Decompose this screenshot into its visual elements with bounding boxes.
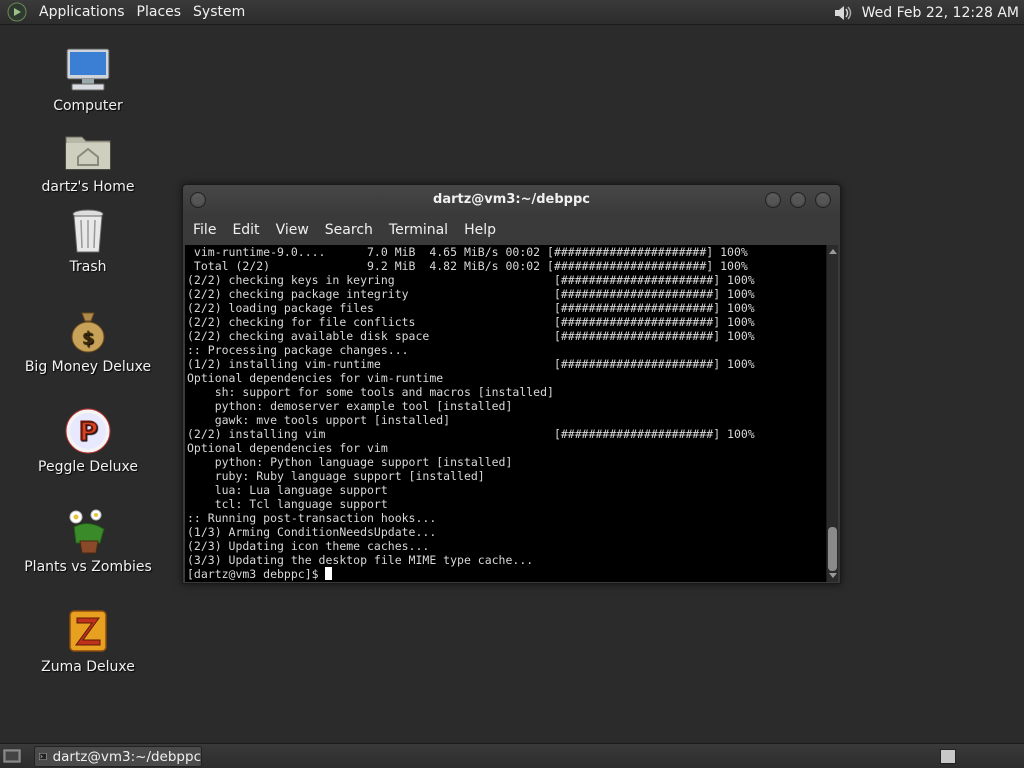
applications-menu[interactable]: Applications <box>33 4 131 20</box>
desktop-icon-label: Computer <box>53 98 123 114</box>
terminal-line: :: Running post-transaction hooks... <box>187 511 437 525</box>
desktop-icon-plants-vs-zombies[interactable]: Plants vs Zombies <box>18 507 158 575</box>
menu-help[interactable]: Help <box>458 222 502 238</box>
show-desktop-icon[interactable] <box>3 748 21 764</box>
minimize-button[interactable] <box>765 192 781 208</box>
home-folder-icon <box>65 136 111 170</box>
terminal-line: (2/2) checking available disk space [###… <box>187 329 755 343</box>
desktop-icon-big-money[interactable]: $ Big Money Deluxe <box>18 307 158 375</box>
text-cursor <box>325 567 333 580</box>
terminal-scrollbar[interactable] <box>826 245 838 582</box>
terminal-line: (1/2) installing vim-runtime [##########… <box>187 357 755 371</box>
window-title: dartz@vm3:~/debppc <box>433 192 590 207</box>
gnome-foot-icon[interactable] <box>7 2 27 22</box>
terminal-icon <box>39 752 47 761</box>
menu-edit[interactable]: Edit <box>226 222 265 238</box>
terminal-line: Total (2/2) 9.2 MiB 4.82 MiB/s 00:02 [##… <box>187 259 748 273</box>
desktop-icon-label: Big Money Deluxe <box>24 359 152 375</box>
terminal-line: (2/2) checking for file conflicts [#####… <box>187 315 755 329</box>
plants-vs-zombies-icon <box>69 509 105 554</box>
svg-text:$: $ <box>82 328 95 349</box>
trash-icon <box>72 209 104 253</box>
menu-file[interactable]: File <box>187 222 222 238</box>
terminal-line: Optional dependencies for vim-runtime <box>187 371 444 385</box>
bottom-panel: dartz@vm3:~/debppc <box>0 743 1024 768</box>
menu-view[interactable]: View <box>270 222 315 238</box>
peggle-icon: P <box>65 408 111 454</box>
close-button[interactable] <box>815 192 831 208</box>
taskbar-button-terminal[interactable]: dartz@vm3:~/debppc <box>34 746 202 767</box>
maximize-button[interactable] <box>790 192 806 208</box>
desktop-icon-home[interactable]: dartz's Home <box>18 127 158 195</box>
terminal-line: sh: support for some tools and macros [i… <box>187 385 554 399</box>
taskbar-button-label: dartz@vm3:~/debppc <box>52 748 201 765</box>
terminal-line: lua: Lua language support <box>187 483 388 497</box>
terminal-prompt: [dartz@vm3 debppc]$ <box>187 567 326 581</box>
terminal-line: tcl: Tcl language support <box>187 497 388 511</box>
desktop-icon-label: dartz's Home <box>41 179 135 195</box>
terminal-window[interactable]: dartz@vm3:~/debppc File Edit View Search… <box>182 184 841 584</box>
terminal-line: (2/2) installing vim [##################… <box>187 427 755 441</box>
terminal-line: ruby: Ruby language support [installed] <box>187 469 485 483</box>
scroll-thumb[interactable] <box>828 527 837 571</box>
svg-text:P: P <box>78 417 97 447</box>
scroll-down-icon[interactable] <box>829 573 837 578</box>
computer-icon <box>66 48 110 91</box>
terminal-line: (2/3) Updating icon theme caches... <box>187 539 430 553</box>
terminal-line: vim-runtime-9.0.... 7.0 MiB 4.65 MiB/s 0… <box>187 245 748 259</box>
desktop-icon-zuma[interactable]: Zuma Deluxe <box>18 607 158 675</box>
desktop-icon-trash[interactable]: Trash <box>18 207 158 275</box>
desktop-icon-computer[interactable]: Computer <box>18 46 158 114</box>
terminal-line: (2/2) checking package integrity [######… <box>187 287 755 301</box>
menu-terminal[interactable]: Terminal <box>383 222 454 238</box>
window-titlebar[interactable]: dartz@vm3:~/debppc <box>183 185 840 215</box>
clock[interactable]: Wed Feb 22, 12:28 AM <box>862 5 1024 21</box>
terminal-line: python: Python language support [install… <box>187 455 513 469</box>
desktop-icon-label: Zuma Deluxe <box>41 659 135 675</box>
terminal-output[interactable]: vim-runtime-9.0.... 7.0 MiB 4.65 MiB/s 0… <box>185 245 828 582</box>
scroll-up-icon[interactable] <box>829 249 837 254</box>
desktop-icon-label: Trash <box>69 259 107 275</box>
workspace-switcher[interactable] <box>940 749 956 764</box>
terminal-menubar: File Edit View Search Terminal Help <box>183 215 840 245</box>
menu-search[interactable]: Search <box>319 222 379 238</box>
desktop-icon-label: Peggle Deluxe <box>38 459 138 475</box>
terminal-line: (2/2) loading package files [###########… <box>187 301 755 315</box>
terminal-text: vim-runtime-9.0.... 7.0 MiB 4.65 MiB/s 0… <box>185 245 828 567</box>
terminal-line: (1/3) Arming ConditionNeedsUpdate... <box>187 525 437 539</box>
volume-icon[interactable] <box>832 3 854 23</box>
desktop-icon-peggle[interactable]: P Peggle Deluxe <box>18 407 158 475</box>
terminal-line: (3/3) Updating the desktop file MIME typ… <box>187 553 534 567</box>
terminal-line: python: demoserver example tool [install… <box>187 399 513 413</box>
terminal-line: :: Processing package changes... <box>187 343 409 357</box>
money-bag-icon: $ <box>71 312 105 353</box>
system-menu[interactable]: System <box>187 4 251 20</box>
places-menu[interactable]: Places <box>131 4 188 20</box>
terminal-line: (2/2) checking keys in keyring [########… <box>187 273 755 287</box>
desktop-icon-label: Plants vs Zombies <box>24 559 152 575</box>
terminal-line: Optional dependencies for vim <box>187 441 388 455</box>
zuma-icon <box>69 610 107 652</box>
terminal-line: gawk: mve tools upport [installed] <box>187 413 451 427</box>
terminal-prompt-line[interactable]: [dartz@vm3 debppc]$ <box>185 567 828 581</box>
top-panel: Applications Places System Wed Feb 22, 1… <box>0 0 1024 25</box>
